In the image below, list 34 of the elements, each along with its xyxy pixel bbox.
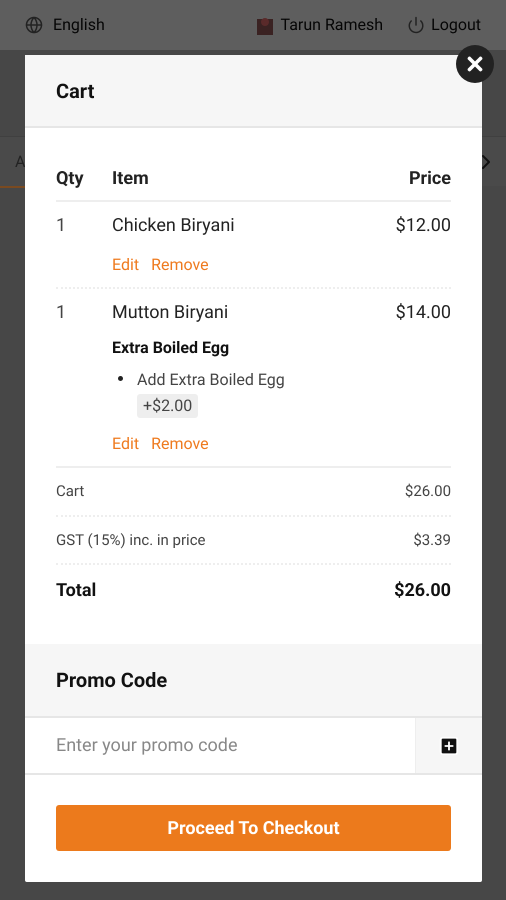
item-name: Chicken Biryani	[112, 214, 235, 238]
summary-label: GST (15%) inc. in price	[56, 530, 206, 550]
total-value: $26.00	[394, 579, 451, 603]
column-header: Item	[112, 167, 150, 191]
total-label: Total	[56, 579, 96, 603]
item-name: Mutton Biryani	[112, 301, 228, 325]
avatar-icon	[254, 15, 275, 35]
item-qty: 1	[56, 301, 68, 325]
checkout-button[interactable]: Proceed To Checkout	[56, 805, 451, 851]
promo-title: Promo Code	[56, 667, 168, 694]
add-promo-button[interactable]	[415, 718, 482, 773]
column-header: Price	[408, 167, 451, 191]
language-link[interactable]: English	[53, 13, 105, 37]
logout-link[interactable]: Logout	[431, 13, 481, 37]
remove-link[interactable]: Remove	[151, 253, 209, 277]
edit-link[interactable]: Edit	[112, 253, 140, 277]
column-header: Qty	[56, 167, 85, 191]
plus-square-icon	[438, 734, 460, 756]
power-icon	[407, 16, 426, 34]
edit-link[interactable]: Edit	[112, 432, 140, 456]
item-qty: 1	[56, 214, 68, 238]
modal-title: Cart	[56, 78, 94, 104]
option-price: +$2.00	[137, 394, 198, 418]
item-price: $12.00	[396, 214, 451, 238]
summary-value: $3.39	[413, 530, 451, 550]
summary-value: $26.00	[404, 481, 451, 502]
bullet-icon	[118, 376, 123, 381]
remove-link[interactable]: Remove	[151, 432, 209, 456]
summary-label: Cart	[56, 481, 84, 502]
globe-icon	[25, 16, 43, 34]
option-name: Add Extra Boiled Egg	[137, 369, 285, 391]
user-name[interactable]: Tarun Ramesh	[280, 13, 384, 37]
item-price: $14.00	[396, 301, 451, 325]
option-group-title: Extra Boiled Egg	[112, 337, 230, 359]
